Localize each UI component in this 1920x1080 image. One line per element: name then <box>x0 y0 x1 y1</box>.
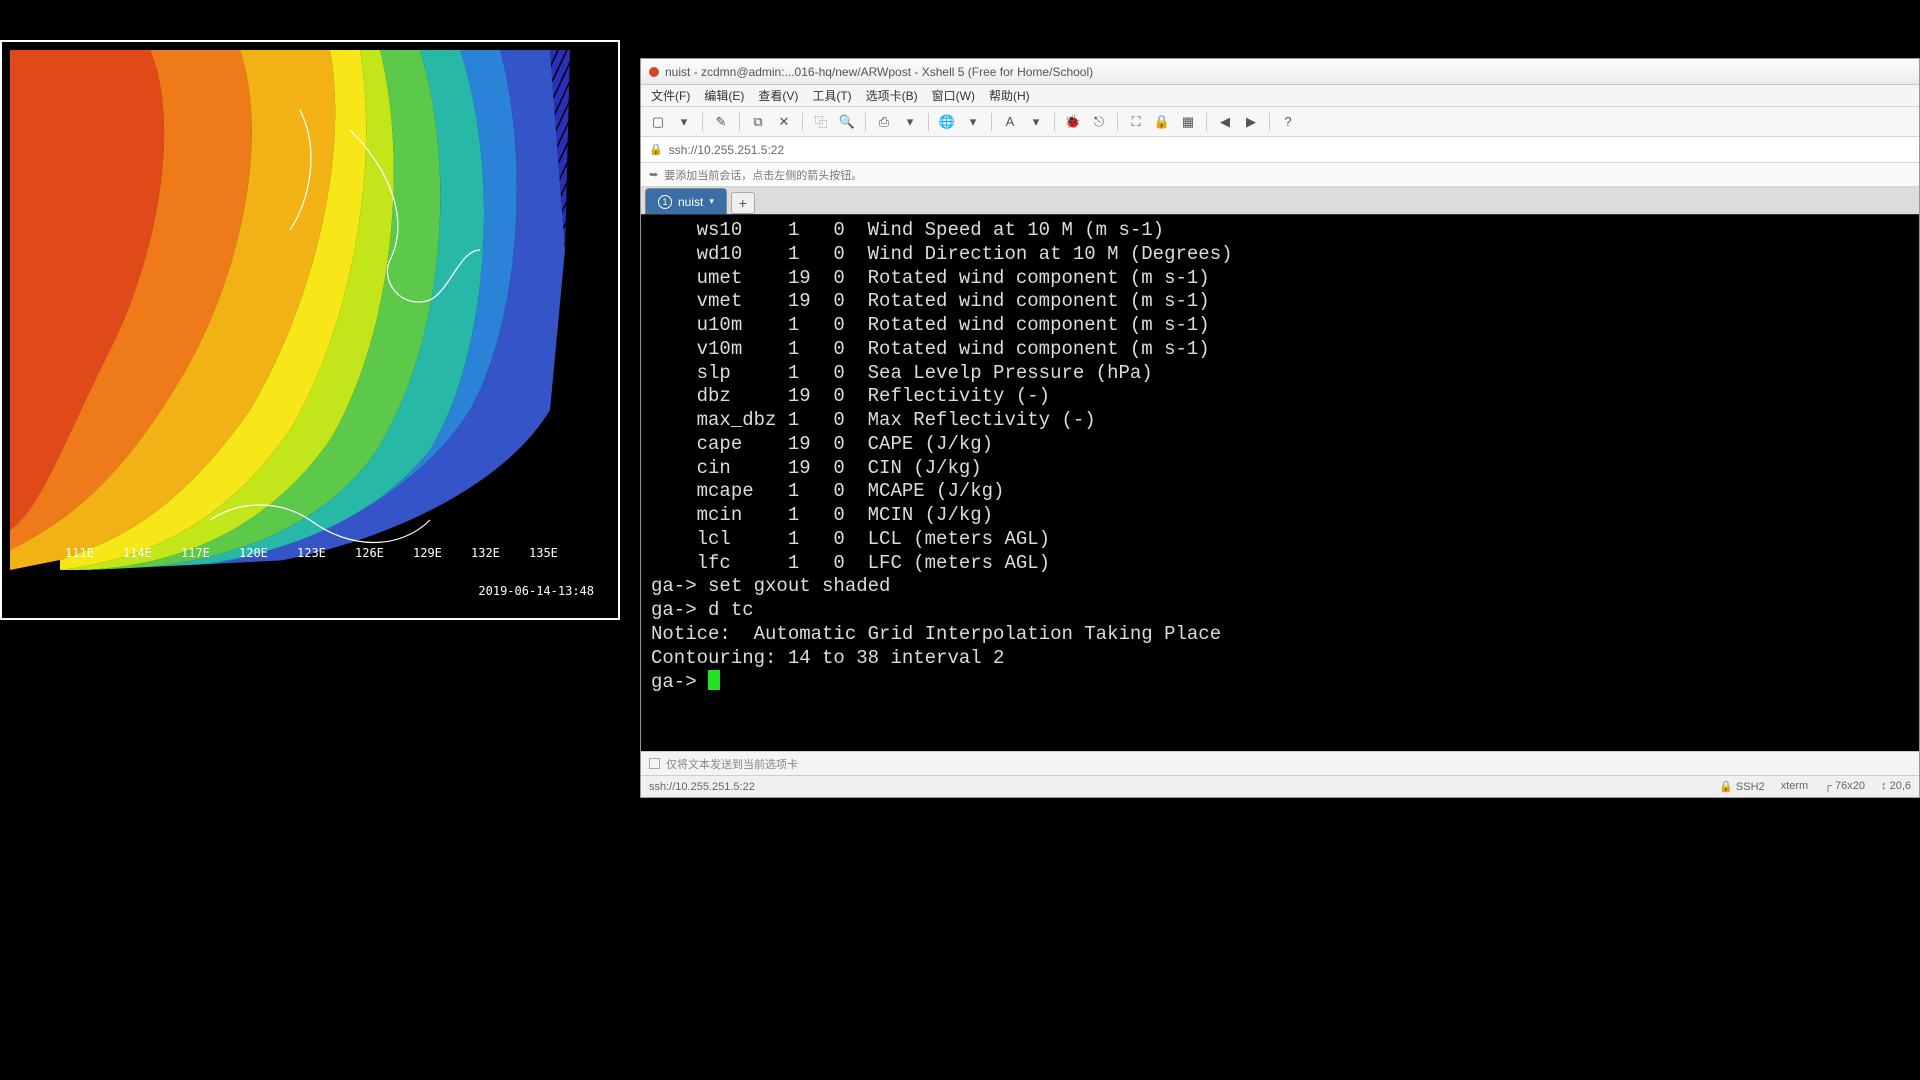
toolbar-separator <box>928 113 929 131</box>
tab-add-button[interactable]: + <box>731 192 755 214</box>
plot-svg <box>10 50 598 570</box>
plot-canvas: 111E114E117E120E123E126E129E132E135E 201… <box>10 50 598 570</box>
address-text: ssh://10.255.251.5:22 <box>669 143 784 157</box>
menu-item[interactable]: 编辑(E) <box>704 87 744 104</box>
hint-bar: ➥ 要添加当前会话，点击左侧的箭头按钮。 <box>641 163 1919 187</box>
plot-timestamp: 2019-06-14-13:48 <box>478 584 594 598</box>
toolbar-separator <box>802 113 803 131</box>
toolbar-separator <box>991 113 992 131</box>
status-cursor-pos: ↕ 20,6 <box>1881 780 1911 793</box>
menu-item[interactable]: 查看(V) <box>758 87 798 104</box>
toolbar-separator <box>1054 113 1055 131</box>
menu-item[interactable]: 窗口(W) <box>932 87 975 104</box>
tab-strip[interactable]: 1 nuist ▾ + <box>641 187 1919 215</box>
status-ssh-icon: 🔒 SSH2 <box>1719 780 1765 793</box>
compose-checkbox-icon[interactable] <box>649 758 660 769</box>
exit-icon[interactable]: ⎋ <box>1088 111 1110 133</box>
lock-icon[interactable]: 🔒 <box>1151 111 1173 133</box>
titlebar[interactable]: nuist - zcdmn@admin:...016-hq/new/ARWpos… <box>641 59 1919 85</box>
tile-icon[interactable]: ▦ <box>1177 111 1199 133</box>
search-icon[interactable]: 🔍 <box>836 111 858 133</box>
plot-x-axis: 111E 114E 117E 120E 123E 126E 129E 132E 135E <box>10 546 598 560</box>
wand-icon[interactable]: ✎ <box>710 111 732 133</box>
axis-tick: 123E <box>297 546 326 560</box>
axis-tick: 129E <box>413 546 442 560</box>
help-icon[interactable]: ? <box>1277 111 1299 133</box>
status-termtype: xterm <box>1781 780 1809 793</box>
menubar[interactable]: 文件(F) 编辑(E) 查看(V) 工具(T) 选项卡(B) 窗口(W) 帮助(H) <box>641 85 1919 107</box>
terminal[interactable]: ws10 1 0 Wind Speed at 10 M (m s-1) wd10… <box>641 215 1919 751</box>
axis-tick: 135E <box>529 546 558 560</box>
x-icon[interactable]: ✕ <box>773 111 795 133</box>
dup-icon[interactable]: ⿻ <box>810 111 832 133</box>
status-size: ┌ 76x20 <box>1824 780 1865 793</box>
print-icon[interactable]: ⎙ <box>873 111 895 133</box>
axis-tick: 120E <box>239 546 268 560</box>
toolbar-separator <box>865 113 866 131</box>
toolbar-separator <box>1206 113 1207 131</box>
globe-icon[interactable]: 🌐 <box>936 111 958 133</box>
axis-tick: 132E <box>471 546 500 560</box>
axis-tick: 111E <box>65 546 94 560</box>
grads-plot-window[interactable]: 111E 114E 117E 120E 123E 126E 129E 132E 135E 201… <box>0 40 620 620</box>
dd-icon[interactable]: ▾ <box>899 111 921 133</box>
open-icon[interactable]: ▾ <box>673 111 695 133</box>
axis-tick: 117E <box>181 546 210 560</box>
status-address: ssh://10.255.251.5:22 <box>649 781 755 793</box>
dd-icon[interactable]: ▾ <box>962 111 984 133</box>
terminal-cursor <box>708 670 720 690</box>
tab-nuist[interactable]: 1 nuist ▾ <box>645 188 727 214</box>
tab-dropdown-icon[interactable]: ▾ <box>709 196 714 207</box>
toolbar[interactable]: ▢▾✎⧉✕⿻🔍⎙▾🌐▾A▾🐞⎋⛶🔒▦◀▶? <box>641 107 1919 137</box>
menu-item[interactable]: 帮助(H) <box>989 87 1030 104</box>
left-icon[interactable]: ◀ <box>1214 111 1236 133</box>
toolbar-separator <box>702 113 703 131</box>
tab-index-icon: 1 <box>658 195 672 209</box>
axis-tick: 114E <box>123 546 152 560</box>
address-bar[interactable]: 🔒 ssh://10.255.251.5:22 <box>641 137 1919 163</box>
toolbar-separator <box>1117 113 1118 131</box>
font-icon[interactable]: A <box>999 111 1021 133</box>
menu-item[interactable]: 选项卡(B) <box>866 87 918 104</box>
bug-icon[interactable]: 🐞 <box>1062 111 1084 133</box>
axis-tick: 126E <box>355 546 384 560</box>
toolbar-separator <box>1269 113 1270 131</box>
menu-item[interactable]: 工具(T) <box>812 87 851 104</box>
xshell-window[interactable]: nuist - zcdmn@admin:...016-hq/new/ARWpos… <box>640 58 1920 798</box>
new-icon[interactable]: ▢ <box>647 111 669 133</box>
hint-text: 要添加当前会话，点击左侧的箭头按钮。 <box>664 167 862 183</box>
copy-icon[interactable]: ⧉ <box>747 111 769 133</box>
compose-bar[interactable]: 仅将文本发送到当前选项卡 <box>641 751 1919 775</box>
tab-label: nuist <box>678 195 703 209</box>
right-icon[interactable]: ▶ <box>1240 111 1262 133</box>
status-bar: ssh://10.255.251.5:22 🔒 SSH2 xterm ┌ 76x… <box>641 775 1919 797</box>
compose-hint: 仅将文本发送到当前选项卡 <box>666 756 798 772</box>
window-title: nuist - zcdmn@admin:...016-hq/new/ARWpos… <box>665 65 1093 79</box>
toolbar-separator <box>739 113 740 131</box>
app-icon <box>649 67 659 77</box>
hint-arrow-icon: ➥ <box>649 168 658 181</box>
full-icon[interactable]: ⛶ <box>1125 111 1147 133</box>
menu-item[interactable]: 文件(F) <box>651 87 690 104</box>
lock-icon: 🔒 <box>649 143 663 156</box>
dd-icon[interactable]: ▾ <box>1025 111 1047 133</box>
